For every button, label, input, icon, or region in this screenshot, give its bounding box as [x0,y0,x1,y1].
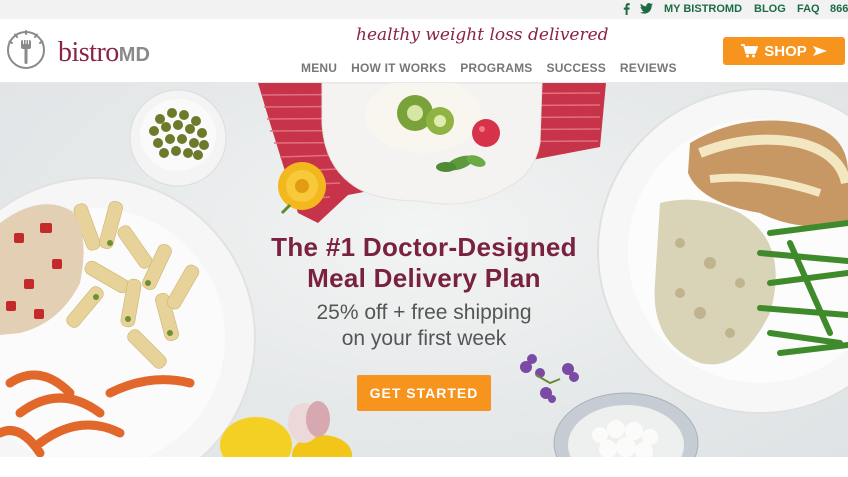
headline-line-2: Meal Delivery Plan [307,263,541,293]
shop-label: SHOP [764,42,807,60]
faq-link[interactable]: FAQ [797,3,820,15]
cheese-bowl-image [553,392,699,457]
phone-number[interactable]: 866 [830,3,848,15]
nav-item-menu[interactable]: MENU [301,61,337,75]
blog-link[interactable]: BLOG [754,3,786,15]
dessert-bowl-image [321,83,543,205]
lemon-image [220,417,352,457]
tagline: healthy weight loss delivered [356,25,609,45]
get-started-button[interactable]: GET STARTED [357,375,491,411]
logo-text-main: bistro [58,37,119,68]
nav-item-reviews[interactable]: REVIEWS [620,61,677,75]
cart-icon [741,44,759,58]
site-header: bistroMD healthy weight loss delivered M… [0,19,848,83]
brand-logo[interactable]: bistroMD [58,37,150,69]
main-nav: MENU HOW IT WORKS PROGRAMS SUCCESS REVIE… [301,61,677,75]
my-bistromd-link[interactable]: MY BISTROMD [664,3,742,15]
nav-item-success[interactable]: SUCCESS [546,61,605,75]
headline-line-1: The #1 Doctor-Designed [271,232,577,262]
arrow-right-icon [812,46,827,56]
nav-item-programs[interactable]: PROGRAMS [460,61,532,75]
fork-logo-icon[interactable] [6,30,46,70]
hero-banner: The #1 Doctor-Designed Meal Delivery Pla… [0,83,848,457]
sub-line-1: 25% off + free shipping [316,301,532,324]
hero-headline: The #1 Doctor-Designed Meal Delivery Pla… [220,232,628,294]
sub-line-2: on your first week [341,327,507,350]
pasta-plate-image [0,177,256,457]
capers-bowl-image [129,89,227,187]
purple-flower-image [520,354,579,403]
page-bottom-strip [0,457,848,477]
hero-subheadline: 25% off + free shipping on your first we… [250,300,598,352]
shop-button[interactable]: SHOP [723,37,845,65]
chicken-plate-image [597,88,848,414]
nav-item-how-it-works[interactable]: HOW IT WORKS [351,61,446,75]
utility-bar: MY BISTROMD BLOG FAQ 866 [0,0,848,19]
twitter-icon[interactable] [640,3,654,17]
logo-text-md: MD [118,44,150,66]
facebook-icon[interactable] [623,3,633,18]
